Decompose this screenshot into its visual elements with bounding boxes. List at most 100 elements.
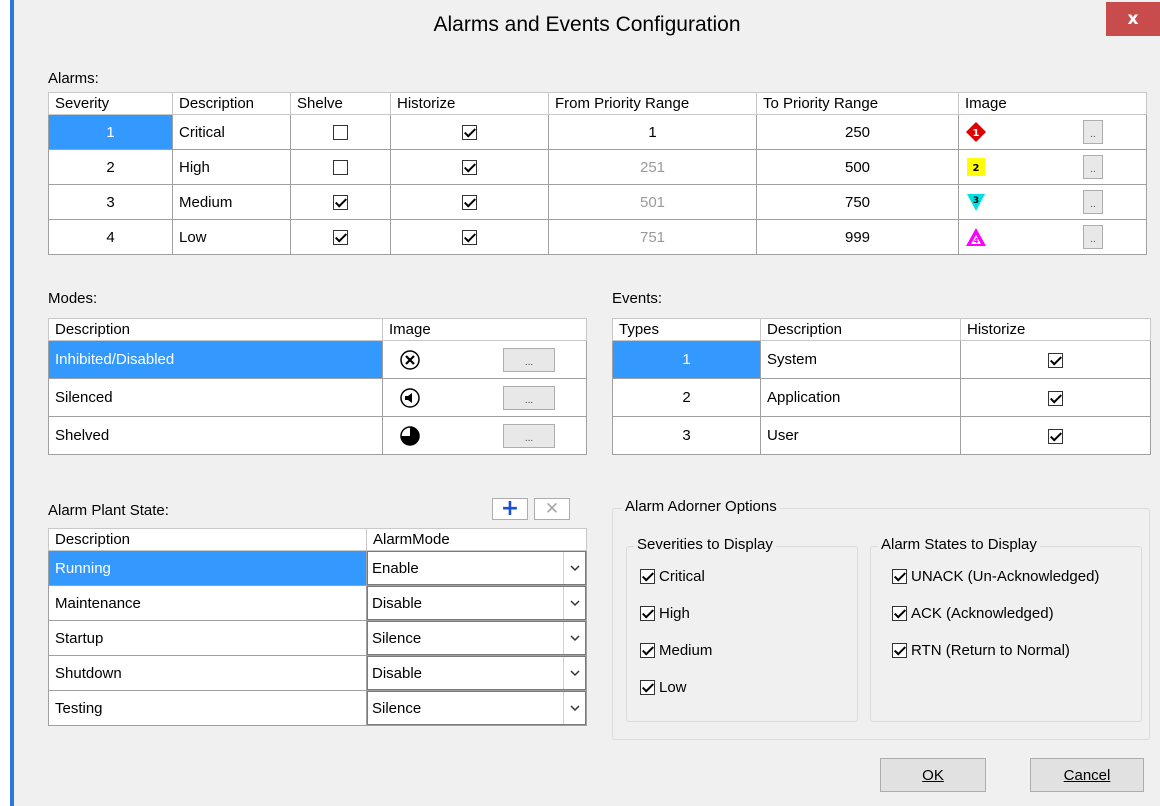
event-historize-checkbox[interactable] [1048, 390, 1063, 406]
alarm-row[interactable]: 3 Medium 501 750 3.. [48, 184, 1147, 220]
plant-state-description[interactable]: Maintenance [48, 585, 367, 621]
alarm-mode-select[interactable]: Silence [367, 621, 586, 655]
mode-description[interactable]: Silenced [48, 378, 383, 417]
col-description[interactable]: Description [172, 92, 291, 115]
add-button[interactable]: + [492, 498, 528, 520]
mode-description[interactable]: Inhibited/Disabled [48, 340, 383, 379]
event-description[interactable]: System [760, 340, 961, 379]
col-plant-description[interactable]: Description [48, 528, 367, 551]
alarm-from-priority[interactable]: 751 [548, 219, 757, 255]
alarm-severity[interactable]: 4 [48, 219, 173, 255]
state-display-checkbox[interactable] [892, 569, 907, 584]
plant-state-description[interactable]: Shutdown [48, 655, 367, 691]
mode-row[interactable]: Shelved... [48, 416, 587, 455]
alarm-historize-cell[interactable] [390, 219, 549, 255]
alarm-description[interactable]: Medium [172, 184, 291, 220]
alarm-to-priority[interactable]: 999 [756, 219, 959, 255]
alarm-severity[interactable]: 1 [48, 114, 173, 150]
alarm-to-priority[interactable]: 250 [756, 114, 959, 150]
ok-button[interactable]: OK [880, 758, 986, 792]
alarm-row[interactable]: 1 Critical 1 250 1.. [48, 114, 1147, 150]
plant-state-row[interactable]: Maintenance Disable [48, 585, 587, 621]
event-row[interactable]: 3 User [612, 416, 1151, 455]
mode-row[interactable]: Inhibited/Disabled... [48, 340, 587, 379]
col-mode-image[interactable]: Image [382, 318, 587, 341]
alarm-description[interactable]: High [172, 149, 291, 185]
event-historize-cell[interactable] [960, 340, 1151, 379]
severity-display-checkbox[interactable] [640, 643, 655, 658]
state-display-option[interactable]: UNACK (Un-Acknowledged) [892, 568, 1099, 585]
col-event-types[interactable]: Types [612, 318, 761, 341]
alarm-shelve-cell[interactable] [290, 114, 391, 150]
plant-state-row[interactable]: Testing Silence [48, 690, 587, 726]
chevron-down-icon[interactable] [563, 657, 585, 689]
chevron-down-icon[interactable] [563, 622, 585, 654]
alarm-image-browse-button[interactable]: .. [1083, 120, 1103, 144]
severity-display-option[interactable]: High [640, 605, 690, 622]
col-alarm-mode[interactable]: AlarmMode [366, 528, 587, 551]
event-row[interactable]: 2 Application [612, 378, 1151, 417]
col-event-description[interactable]: Description [760, 318, 961, 341]
alarm-shelve-cell[interactable] [290, 219, 391, 255]
event-description[interactable]: User [760, 416, 961, 455]
mode-image-browse-button[interactable]: ... [503, 347, 555, 372]
col-historize[interactable]: Historize [390, 92, 549, 115]
historize-checkbox[interactable] [462, 230, 477, 246]
alarm-mode-select[interactable]: Silence [367, 691, 586, 725]
plant-state-row[interactable]: Running Enable [48, 550, 587, 586]
state-display-option[interactable]: RTN (Return to Normal) [892, 642, 1070, 659]
mode-image-browse-button[interactable]: ... [503, 423, 555, 448]
alarm-historize-cell[interactable] [390, 114, 549, 150]
event-historize-checkbox[interactable] [1048, 428, 1063, 444]
plant-state-description[interactable]: Testing [48, 690, 367, 726]
alarm-severity[interactable]: 3 [48, 184, 173, 220]
plant-state-description[interactable]: Startup [48, 620, 367, 656]
historize-checkbox[interactable] [462, 125, 477, 141]
alarm-severity[interactable]: 2 [48, 149, 173, 185]
col-to-priority[interactable]: To Priority Range [756, 92, 959, 115]
event-historize-cell[interactable] [960, 416, 1151, 455]
col-from-priority[interactable]: From Priority Range [548, 92, 757, 115]
severity-display-option[interactable]: Medium [640, 642, 712, 659]
historize-checkbox[interactable] [462, 160, 477, 176]
alarm-shelve-cell[interactable] [290, 149, 391, 185]
alarm-to-priority[interactable]: 500 [756, 149, 959, 185]
event-type[interactable]: 3 [612, 416, 761, 455]
col-image[interactable]: Image [958, 92, 1147, 115]
event-type[interactable]: 2 [612, 378, 761, 417]
severity-display-checkbox[interactable] [640, 680, 655, 695]
chevron-down-icon[interactable] [563, 692, 585, 724]
alarm-row[interactable]: 2 High 251 500 2.. [48, 149, 1147, 185]
state-display-option[interactable]: ACK (Acknowledged) [892, 605, 1054, 622]
alarm-historize-cell[interactable] [390, 184, 549, 220]
shelve-checkbox[interactable] [333, 125, 348, 141]
alarm-from-priority[interactable]: 501 [548, 184, 757, 220]
col-mode-description[interactable]: Description [48, 318, 383, 341]
shelve-checkbox[interactable] [333, 230, 348, 246]
alarm-mode-select[interactable]: Disable [367, 656, 586, 690]
severity-display-checkbox[interactable] [640, 569, 655, 584]
mode-image-browse-button[interactable]: ... [503, 385, 555, 410]
col-shelve[interactable]: Shelve [290, 92, 391, 115]
alarm-mode-select[interactable]: Enable [367, 551, 586, 585]
col-severity[interactable]: Severity [48, 92, 173, 115]
alarm-shelve-cell[interactable] [290, 184, 391, 220]
alarm-image-browse-button[interactable]: .. [1083, 190, 1103, 214]
alarm-from-priority[interactable]: 251 [548, 149, 757, 185]
alarm-to-priority[interactable]: 750 [756, 184, 959, 220]
state-display-checkbox[interactable] [892, 606, 907, 621]
event-historize-cell[interactable] [960, 378, 1151, 417]
chevron-down-icon[interactable] [563, 587, 585, 619]
event-type[interactable]: 1 [612, 340, 761, 379]
event-row[interactable]: 1 System [612, 340, 1151, 379]
alarm-row[interactable]: 4 Low 751 999 4.. [48, 219, 1147, 255]
alarm-historize-cell[interactable] [390, 149, 549, 185]
plant-state-row[interactable]: Shutdown Disable [48, 655, 587, 691]
event-description[interactable]: Application [760, 378, 961, 417]
mode-description[interactable]: Shelved [48, 416, 383, 455]
alarm-description[interactable]: Critical [172, 114, 291, 150]
historize-checkbox[interactable] [462, 195, 477, 211]
alarm-from-priority[interactable]: 1 [548, 114, 757, 150]
plant-state-description[interactable]: Running [48, 550, 367, 586]
severity-display-checkbox[interactable] [640, 606, 655, 621]
